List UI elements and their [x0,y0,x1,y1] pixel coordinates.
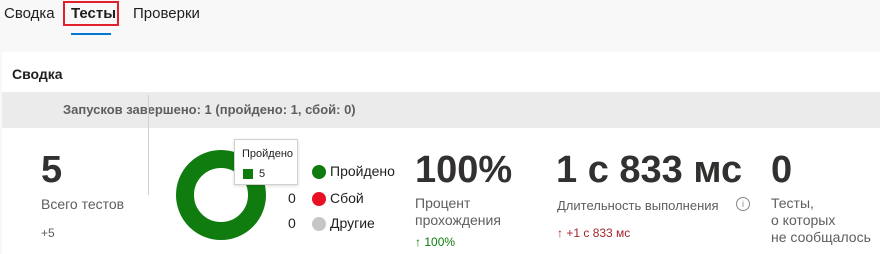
tab-tests[interactable]: Тесты [71,5,116,22]
duration-label: Длительность выполнения [557,198,719,213]
section-divider [148,95,149,195]
duration-delta-text: +1 с 833 мс [566,226,631,240]
info-icon[interactable]: i [736,197,750,211]
unreported-value: 0 [771,149,793,191]
tooltip-value: 5 [259,168,266,180]
passed-dot-icon [312,165,326,179]
legend-count: 0 [288,215,296,231]
unreported-label-line3: не сообщалось [771,229,871,245]
other-dot-icon [312,217,326,231]
pass-rate-value: 100% [415,149,513,191]
duration-value: 1 с 833 мс [556,149,743,191]
failed-dot-icon [312,192,326,206]
tooltip-title: Пройдено [242,148,294,160]
arrow-up-icon: ↑ [415,235,421,249]
summary-title: Сводка [12,66,63,82]
pass-rate-label-line2: прохождения [415,212,501,228]
legend-label: Пройдено [330,163,395,179]
tooltip-swatch [243,169,253,179]
unreported-label-line2: о которых [771,212,836,228]
runs-banner: Запусков завершено: 1 (пройдено: 1, сбой… [2,92,880,128]
pass-rate-delta-text: 100% [424,235,456,249]
pass-rate-delta: ↑ 100% [415,235,455,249]
duration-delta: ↑ +1 с 833 мс [557,226,630,240]
legend-label: Сбой [330,190,364,206]
total-tests-value: 5 [41,149,63,191]
legend-label: Другие [330,215,375,231]
arrow-up-icon: ↑ [557,226,563,240]
donut-tooltip: Пройдено 5 [234,139,298,185]
tab-checks[interactable]: Проверки [133,5,200,22]
active-tab-indicator [71,33,111,35]
unreported-label-line1: Тесты, [771,195,814,211]
total-tests-delta: +5 [41,226,55,240]
pass-rate-label-line1: Процент [415,195,471,211]
total-tests-label: Всего тестов [41,196,125,212]
runs-banner-text: Запусков завершено: 1 (пройдено: 1, сбой… [63,102,356,117]
tab-summary[interactable]: Сводка [4,5,55,22]
legend-count: 0 [288,190,296,206]
tab-bar: Сводка Тесты Проверки [0,0,880,40]
